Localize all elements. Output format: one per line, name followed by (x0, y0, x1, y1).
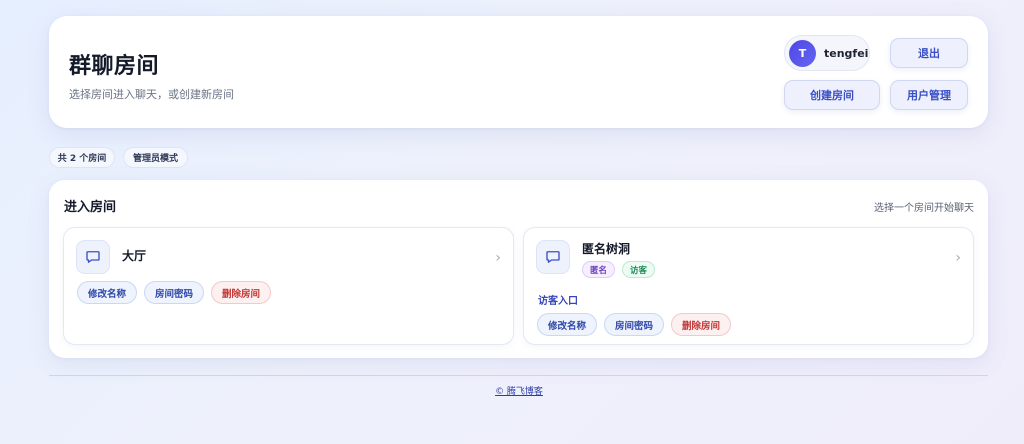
room-actions: 修改名称 房间密码 删除房间 (537, 313, 732, 336)
footer-link[interactable]: © 腾飞博客 (0, 384, 1024, 397)
chevron-right-icon: › (495, 250, 501, 266)
chevron-right-icon: › (955, 250, 961, 266)
room-count-badge: 共 2 个房间 (49, 147, 115, 168)
logout-button[interactable]: 退出 (890, 38, 968, 68)
guest-entry-link[interactable]: 访客入口 (538, 292, 578, 307)
rooms-section: 进入房间 选择一个房间开始聊天 大厅 › 修改名称 房间密码 删除房间 匿名树洞… (49, 180, 988, 358)
header-card: 群聊房间 选择房间进入聊天，或创建新房间 T tengfei 退出 创建房间 用… (49, 16, 988, 128)
chat-bubble-icon (76, 240, 110, 274)
delete-room-button[interactable]: 删除房间 (211, 281, 272, 304)
room-card-lobby[interactable]: 大厅 › 修改名称 房间密码 删除房间 (63, 227, 514, 345)
room-card-anonymous[interactable]: 匿名树洞 匿名 访客 › 访客入口 修改名称 房间密码 删除房间 (523, 227, 974, 345)
username: tengfei (824, 46, 869, 60)
room-name: 大厅 (122, 249, 147, 263)
section-title: 进入房间 (64, 200, 117, 215)
page-title: 群聊房间 (69, 54, 160, 79)
create-room-button[interactable]: 创建房间 (784, 80, 880, 110)
delete-room-button[interactable]: 删除房间 (671, 313, 732, 336)
room-actions: 修改名称 房间密码 删除房间 (77, 281, 272, 304)
guest-tag: 访客 (622, 261, 656, 278)
room-password-button[interactable]: 房间密码 (144, 281, 205, 304)
chat-bubble-icon (536, 240, 570, 274)
user-admin-button[interactable]: 用户管理 (890, 80, 968, 110)
avatar: T (789, 39, 816, 67)
section-hint: 选择一个房间开始聊天 (874, 203, 974, 214)
admin-mode-badge: 管理员模式 (123, 147, 188, 168)
page-subtitle: 选择房间进入聊天，或创建新房间 (69, 88, 234, 101)
footer-divider (49, 375, 988, 376)
anonymous-tag: 匿名 (582, 261, 616, 278)
room-password-button[interactable]: 房间密码 (604, 313, 665, 336)
rename-room-button[interactable]: 修改名称 (537, 313, 598, 336)
room-name: 匿名树洞 (582, 242, 631, 256)
room-tags: 匿名 访客 (582, 261, 656, 278)
rename-room-button[interactable]: 修改名称 (77, 281, 138, 304)
user-pill[interactable]: T tengfei (784, 35, 870, 71)
